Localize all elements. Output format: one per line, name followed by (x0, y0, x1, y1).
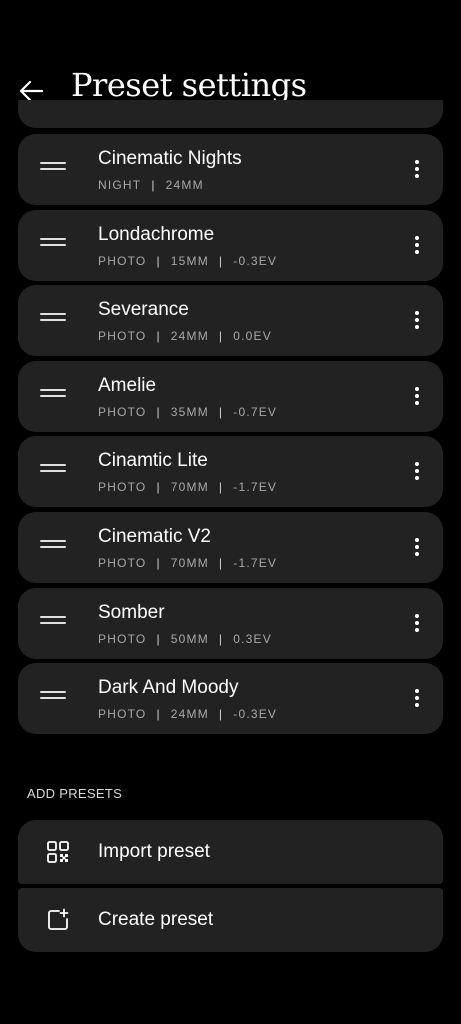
drag-handle-icon[interactable] (40, 691, 66, 701)
preset-meta-value: 35MM (170, 404, 209, 419)
preset-meta: PHOTO | 24MM | 0.0EV (98, 329, 272, 343)
import-preset-label: Import preset (98, 841, 210, 862)
preset-card[interactable]: Dark And Moody PHOTO | 24MM | -0.3EV (18, 663, 443, 735)
more-options-icon[interactable] (409, 534, 425, 560)
meta-separator: | (156, 329, 161, 344)
meta-separator: | (218, 480, 224, 495)
import-preset-button[interactable]: Import preset (18, 820, 443, 884)
preset-card[interactable]: Cinematic V2 PHOTO | 70MM | -1.7EV (18, 511, 443, 583)
preset-meta-value: 70MM (170, 555, 209, 570)
preset-meta-value: 24MM (170, 707, 209, 722)
add-presets-section-label: ADD PRESETS (27, 786, 123, 801)
meta-separator: | (156, 253, 161, 268)
more-options-icon[interactable] (409, 156, 425, 182)
preset-meta-value: 24MM (170, 329, 209, 344)
meta-separator: | (156, 555, 161, 570)
meta-separator: | (156, 631, 161, 646)
arrow-left-icon (19, 80, 44, 102)
meta-separator: | (218, 253, 224, 268)
more-options-icon[interactable] (409, 307, 425, 333)
create-preset-label: Create preset (98, 909, 214, 930)
more-options-icon[interactable] (409, 458, 425, 484)
preset-card[interactable]: Londachrome PHOTO | 15MM | -0.3EV (18, 209, 443, 281)
add-frame-icon (48, 908, 69, 930)
preset-meta-value: PHOTO (98, 707, 147, 722)
preset-card[interactable]: Amelie PHOTO | 35MM | -0.7EV (18, 360, 443, 432)
preset-meta-value: 0.3EV (233, 631, 272, 646)
preset-meta: PHOTO | 70MM | -1.7EV (98, 480, 277, 494)
preset-name: Severance (98, 299, 189, 321)
preset-name: Somber (98, 601, 165, 623)
more-options-icon[interactable] (409, 685, 425, 711)
preset-meta-value: PHOTO (98, 480, 147, 495)
preset-meta-value: -0.3EV (233, 253, 278, 268)
preset-card[interactable]: Cinamtic Lite PHOTO | 70MM | -1.7EV (18, 436, 443, 508)
page-title: Preset settings (71, 66, 307, 104)
more-options-icon[interactable] (409, 610, 425, 636)
preset-meta-value: PHOTO (98, 631, 147, 646)
preset-meta: PHOTO | 70MM | -1.7EV (98, 556, 277, 570)
preset-name: Amelie (98, 374, 157, 396)
drag-handle-icon[interactable] (40, 539, 66, 550)
drag-handle-icon[interactable] (40, 388, 66, 399)
preset-meta-value: 70MM (170, 480, 209, 495)
meta-separator: | (218, 404, 224, 419)
meta-separator: | (218, 707, 224, 722)
preset-name: Cinematic Nights (98, 148, 242, 169)
drag-handle-icon[interactable] (40, 464, 66, 474)
preset-meta: PHOTO | 50MM | 0.3EV (98, 632, 272, 646)
preset-meta-value: NIGHT (98, 178, 142, 192)
scrolled-preset-card[interactable] (18, 100, 443, 128)
meta-separator: | (156, 707, 161, 722)
drag-handle-icon[interactable] (40, 237, 66, 248)
preset-meta-value: PHOTO (98, 329, 147, 344)
preset-meta-value: PHOTO (98, 404, 147, 419)
preset-meta-value: PHOTO (98, 555, 147, 570)
preset-meta-value: -1.7EV (233, 480, 278, 495)
preset-meta-value: -0.3EV (233, 707, 278, 722)
meta-separator: | (218, 329, 224, 344)
preset-meta-value: 50MM (170, 631, 209, 646)
drag-handle-icon[interactable] (40, 162, 66, 172)
preset-meta-value: -0.7EV (233, 404, 278, 419)
preset-name: Dark And Moody (98, 677, 239, 699)
preset-meta-value: -1.7EV (233, 555, 278, 570)
preset-name: Cinematic V2 (98, 525, 211, 547)
create-preset-button[interactable]: Create preset (18, 888, 443, 952)
preset-name: Londachrome (98, 223, 215, 245)
qr-code-icon (47, 841, 69, 863)
preset-meta-value: 0.0EV (233, 329, 272, 344)
preset-card[interactable]: Somber PHOTO | 50MM | 0.3EV (18, 587, 443, 659)
meta-separator: | (156, 404, 161, 419)
preset-meta: PHOTO | 24MM | -0.3EV (98, 707, 277, 721)
preset-meta: PHOTO | 15MM | -0.3EV (98, 254, 277, 268)
drag-handle-icon[interactable] (40, 313, 66, 323)
meta-separator: | (151, 178, 156, 192)
preset-meta: PHOTO | 35MM | -0.7EV (98, 405, 277, 419)
preset-meta: NIGHT | 24MM (98, 178, 204, 192)
preset-list: Cinematic Nights NIGHT | 24MM Londachrome PHO… (18, 134, 443, 739)
meta-separator: | (218, 555, 224, 570)
more-options-icon[interactable] (409, 383, 425, 409)
preset-meta-value: PHOTO (98, 253, 147, 268)
preset-card[interactable]: Cinematic Nights NIGHT | 24MM (18, 134, 443, 205)
preset-card[interactable]: Severance PHOTO | 24MM | 0.0EV (18, 285, 443, 357)
meta-separator: | (218, 631, 224, 646)
preset-meta-value: 15MM (170, 253, 209, 268)
drag-handle-icon[interactable] (40, 615, 66, 626)
preset-name: Cinamtic Lite (98, 450, 208, 472)
meta-separator: | (156, 480, 161, 495)
preset-meta-value: 24MM (165, 178, 204, 192)
more-options-icon[interactable] (409, 232, 425, 258)
